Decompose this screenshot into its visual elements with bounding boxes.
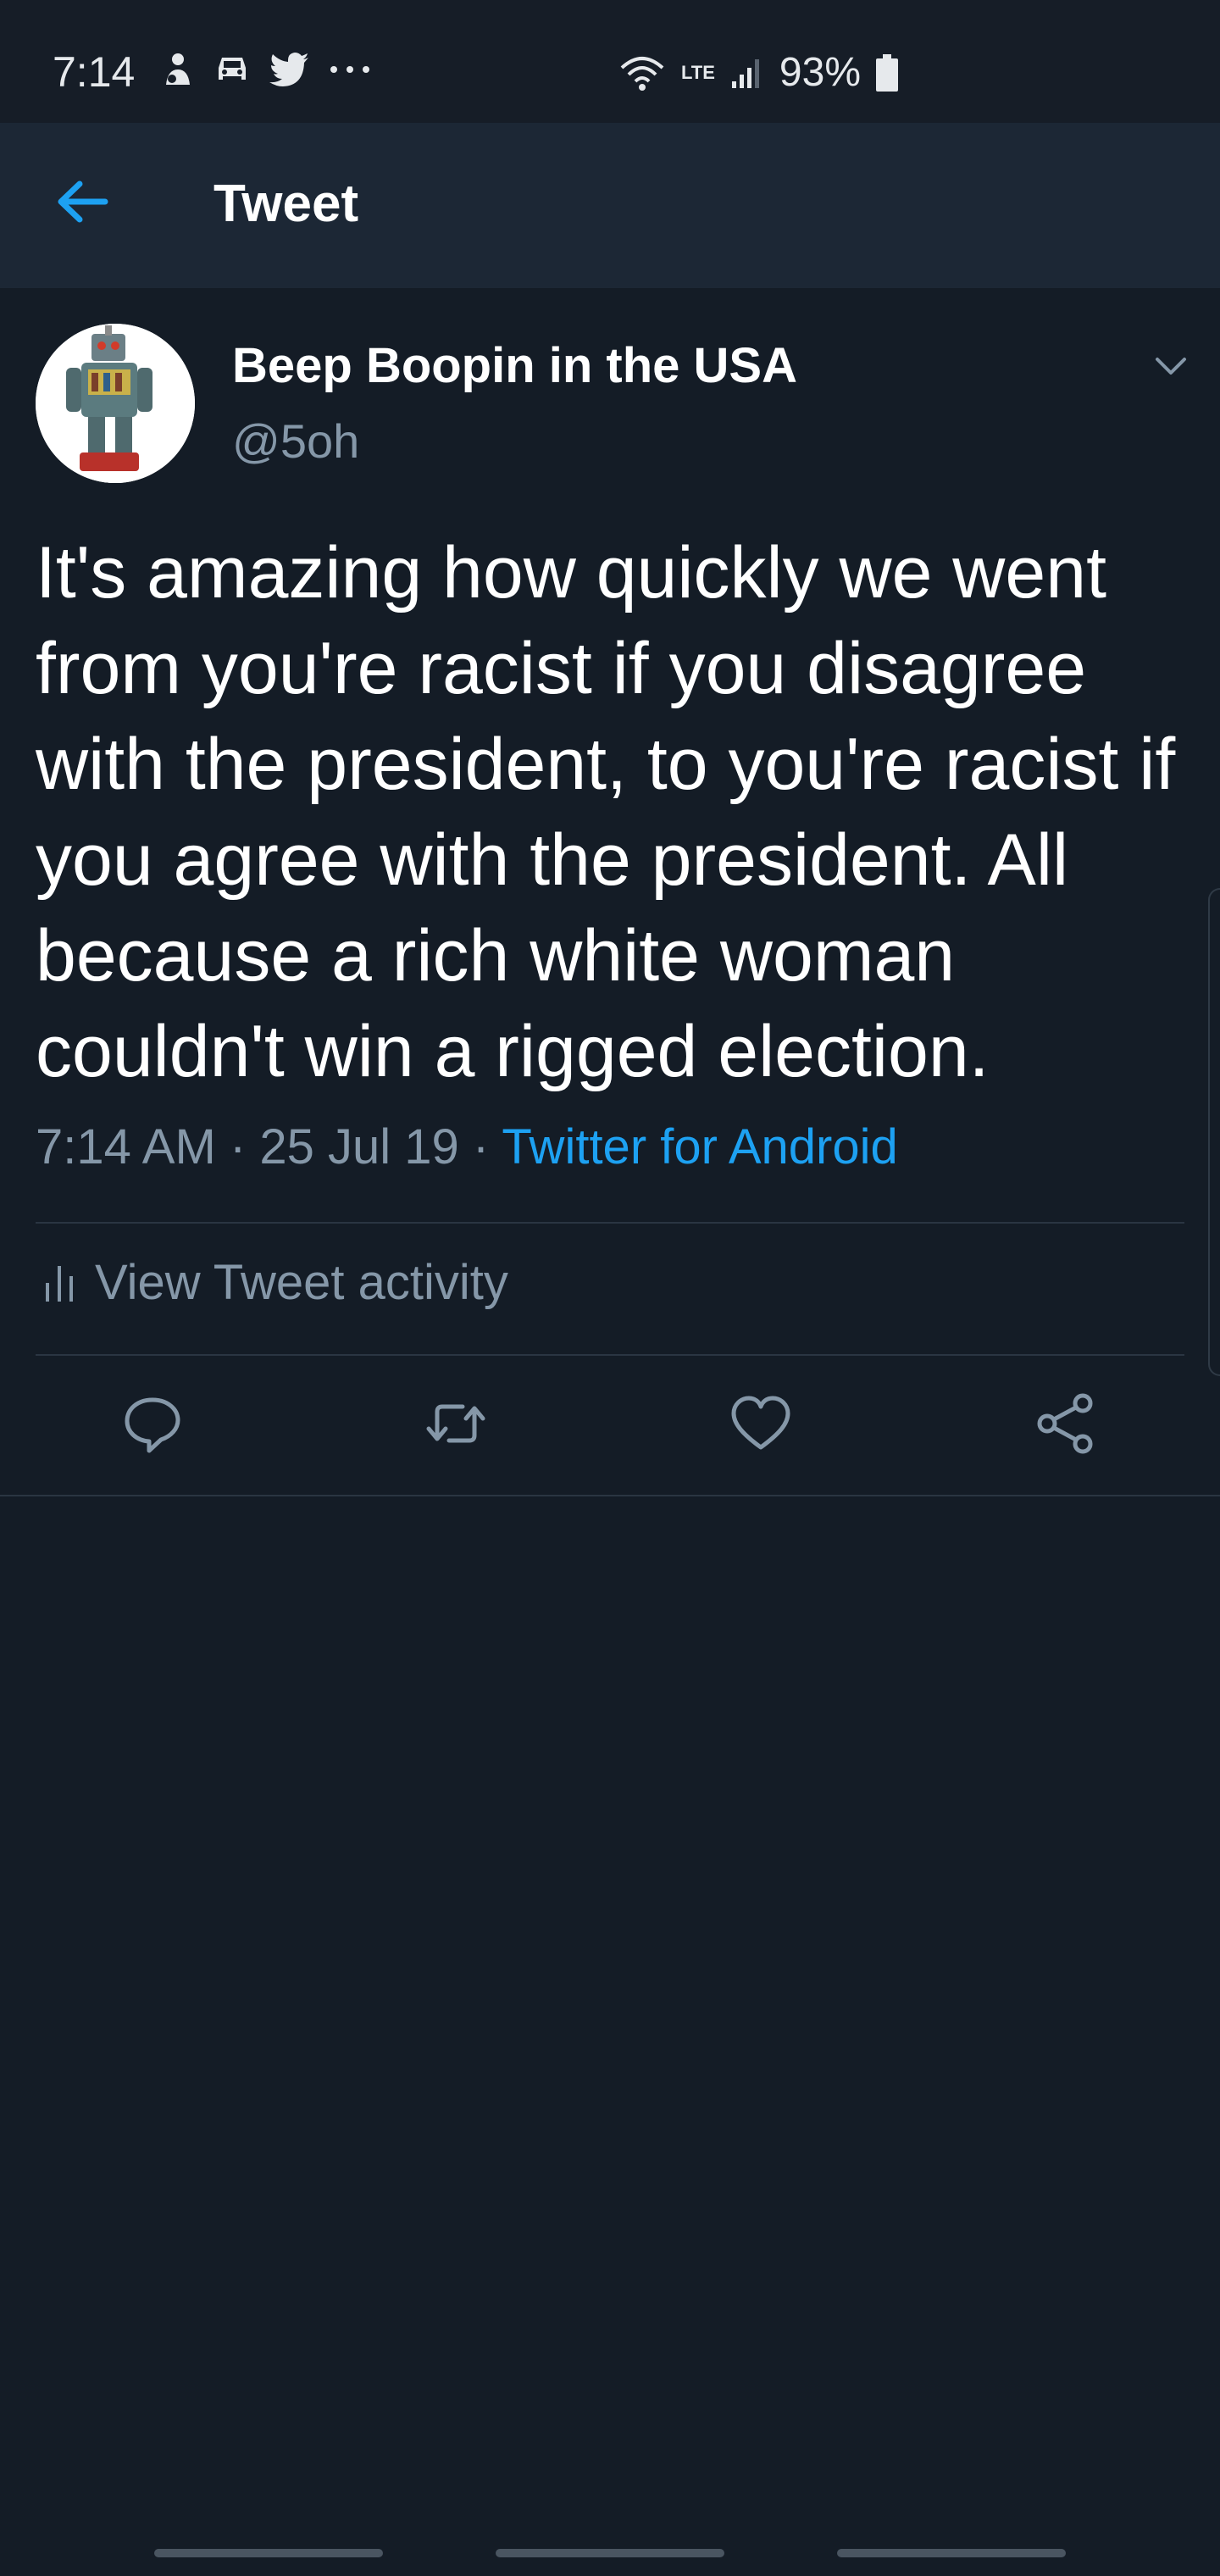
page-title: Tweet xyxy=(214,175,359,233)
divider xyxy=(36,1354,1184,1356)
car-icon xyxy=(219,58,246,80)
retweet-icon[interactable] xyxy=(425,1393,486,1454)
notification-person-icon xyxy=(166,53,190,85)
tweet-time: 7:14 AM xyxy=(36,1119,216,1174)
signal-icon xyxy=(731,58,759,88)
avatar[interactable] xyxy=(36,324,195,483)
nav-home-button[interactable] xyxy=(496,2549,724,2557)
more-dots-icon xyxy=(330,66,369,73)
lte-icon: LTE xyxy=(681,61,715,83)
view-tweet-activity-button[interactable]: View Tweet activity xyxy=(42,1254,508,1311)
nav-back-button[interactable] xyxy=(837,2549,1066,2557)
tweet-source-link[interactable]: Twitter for Android xyxy=(502,1119,897,1174)
nav-recents-button[interactable] xyxy=(154,2549,383,2557)
app-bar: Tweet xyxy=(0,123,1220,288)
tweet-date: 25 Jul 19 xyxy=(259,1119,459,1174)
tweet-text: It's amazing how quickly we went from yo… xyxy=(36,532,1176,1092)
reply-icon[interactable] xyxy=(122,1393,183,1454)
status-bar: 7:14 LTE 93% xyxy=(0,0,1220,123)
twitter-bird-icon xyxy=(269,53,308,86)
divider xyxy=(36,1222,1184,1224)
meta-separator: · xyxy=(229,1119,247,1174)
robot-avatar-image xyxy=(36,324,195,483)
like-icon[interactable] xyxy=(730,1393,791,1454)
battery-percent: 93% xyxy=(779,50,861,95)
battery-icon xyxy=(876,53,898,92)
meta-separator: · xyxy=(472,1119,490,1174)
author-handle[interactable]: @5oh xyxy=(232,414,359,469)
divider xyxy=(0,1495,1220,1496)
activity-label: View Tweet activity xyxy=(95,1255,508,1310)
chevron-down-icon[interactable] xyxy=(1152,347,1190,385)
scroll-edge-handle[interactable] xyxy=(1208,888,1220,1376)
back-arrow-icon[interactable] xyxy=(53,172,112,231)
wifi-icon xyxy=(620,56,664,91)
share-icon[interactable] xyxy=(1035,1393,1096,1454)
tweet-metadata: 7:14 AM · 25 Jul 19 · Twitter for Androi… xyxy=(36,1119,898,1175)
activity-bars-icon xyxy=(46,1265,73,1302)
author-name[interactable]: Beep Boopin in the USA xyxy=(232,337,797,394)
status-time: 7:14 xyxy=(53,48,136,96)
